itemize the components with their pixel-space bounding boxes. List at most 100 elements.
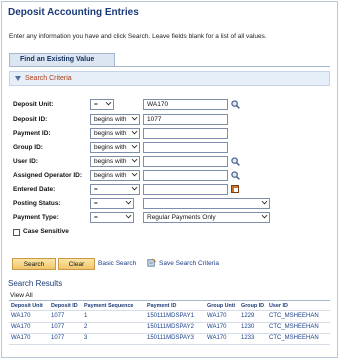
cell-group-id[interactable]: 1229: [241, 313, 254, 319]
chevron-down-icon: [105, 99, 112, 106]
column-header-deposit-id[interactable]: Deposit ID: [51, 303, 78, 309]
column-header-deposit-unit[interactable]: Deposit Unit: [11, 303, 43, 309]
chevron-down-icon: [131, 128, 138, 135]
payment-type-operator-value: =: [94, 214, 98, 221]
cell-deposit-id[interactable]: 1077: [51, 324, 64, 330]
entered-date-operator-value: =: [94, 186, 98, 193]
table-row-divider: [9, 344, 330, 345]
search-criteria-header[interactable]: Search Criteria: [9, 71, 330, 86]
assigned-operator-id-operator[interactable]: begins with: [90, 170, 140, 181]
save-search-icon[interactable]: [147, 258, 156, 267]
tab-find-existing-value[interactable]: Find an Existing Value: [9, 53, 115, 66]
posting-status-operator-value: =: [94, 200, 98, 207]
chevron-down-icon: [261, 198, 268, 205]
cell-user-id[interactable]: CTC_MSHEEHAN: [269, 313, 319, 319]
save-search-criteria-link[interactable]: Save Search Criteria: [159, 260, 219, 267]
payment-type-select[interactable]: Regular Payments Only: [143, 212, 270, 223]
cell-payment-id[interactable]: 150111MDSPAY2: [147, 324, 194, 330]
results-divider: [9, 300, 330, 301]
posting-status-label: Posting Status:: [13, 200, 61, 207]
search-results-title: Search Results: [8, 279, 63, 288]
user-id-label: User ID:: [13, 158, 38, 165]
basic-search-link[interactable]: Basic Search: [98, 260, 136, 267]
payment-id-label: Payment ID:: [13, 130, 51, 137]
cell-payment-sequence[interactable]: 1: [84, 313, 87, 319]
deposit-id-operator-value: begins with: [94, 116, 127, 123]
cell-deposit-unit[interactable]: WA170: [11, 324, 30, 330]
chevron-down-icon: [131, 170, 138, 177]
user-id-operator[interactable]: begins with: [90, 156, 140, 167]
cell-deposit-unit[interactable]: WA170: [11, 313, 30, 319]
cell-deposit-unit[interactable]: WA170: [11, 335, 30, 341]
entered-date-operator[interactable]: =: [90, 184, 140, 195]
chevron-down-icon: [261, 212, 268, 219]
chevron-down-icon: [131, 114, 138, 121]
column-header-payment-sequence[interactable]: Payment Sequence: [84, 303, 133, 309]
cell-user-id[interactable]: CTC_MSHEEHAN: [269, 324, 319, 330]
chevron-down-icon: [131, 142, 138, 149]
deposit-unit-operator[interactable]: =: [90, 99, 114, 110]
search-criteria-label: Search Criteria: [25, 75, 72, 82]
assigned-operator-id-input[interactable]: [143, 170, 228, 181]
cell-payment-id[interactable]: 150111MDSPAY1: [147, 313, 194, 319]
magnifier-icon[interactable]: [231, 100, 240, 109]
assigned-operator-id-operator-value: begins with: [94, 172, 127, 179]
case-sensitive-checkbox[interactable]: [13, 229, 20, 236]
magnifier-icon[interactable]: [231, 171, 240, 180]
assigned-operator-id-label: Assigned Operator ID:: [13, 172, 82, 179]
page-instructions: Enter any information you have and click…: [9, 33, 267, 40]
table-row-divider: [9, 333, 330, 334]
chevron-down-icon: [125, 212, 132, 219]
payment-id-operator[interactable]: begins with: [90, 128, 140, 139]
view-all-link[interactable]: View All: [10, 292, 33, 299]
table-row-divider: [9, 322, 330, 323]
posting-status-operator[interactable]: =: [90, 198, 134, 209]
deposit-unit-label: Deposit Unit:: [13, 101, 54, 108]
magnifier-icon[interactable]: [231, 157, 240, 166]
group-id-input[interactable]: [143, 142, 228, 153]
user-id-operator-value: begins with: [94, 158, 127, 165]
payment-id-input[interactable]: [143, 128, 228, 139]
cell-user-id[interactable]: CTC_MSHEEHAN: [269, 335, 319, 341]
page-title: Deposit Accounting Entries: [8, 7, 139, 18]
collapse-arrow-icon[interactable]: [15, 76, 21, 81]
group-id-label: Group ID:: [13, 144, 43, 151]
column-header-payment-id[interactable]: Payment ID: [147, 303, 176, 309]
column-header-group-id[interactable]: Group ID: [241, 303, 264, 309]
group-id-operator[interactable]: begins with: [90, 142, 140, 153]
cell-group-unit[interactable]: WA170: [207, 324, 226, 330]
deposit-id-label: Deposit ID:: [13, 116, 48, 123]
cell-group-id[interactable]: 1230: [241, 324, 254, 330]
deposit-id-input[interactable]: 1077: [143, 114, 228, 125]
payment-type-value: Regular Payments Only: [147, 214, 216, 221]
cell-deposit-id[interactable]: 1077: [51, 335, 64, 341]
payment-type-label: Payment Type:: [13, 214, 59, 221]
chevron-down-icon: [131, 156, 138, 163]
deposit-id-operator[interactable]: begins with: [90, 114, 140, 125]
tab-divider: [9, 66, 330, 67]
column-header-group-unit[interactable]: Group Unit: [207, 303, 235, 309]
payment-type-operator[interactable]: =: [90, 212, 134, 223]
chevron-down-icon: [125, 198, 132, 205]
cell-payment-sequence[interactable]: 2: [84, 324, 87, 330]
cell-group-unit[interactable]: WA170: [207, 313, 226, 319]
clear-button[interactable]: Clear: [58, 258, 95, 270]
header-divider: [9, 310, 330, 311]
payment-id-operator-value: begins with: [94, 130, 127, 137]
entered-date-input[interactable]: [143, 184, 228, 195]
user-id-input[interactable]: [143, 156, 228, 167]
cell-group-unit[interactable]: WA170: [207, 335, 226, 341]
calendar-icon[interactable]: [231, 185, 239, 193]
column-header-user-id[interactable]: User ID: [269, 303, 288, 309]
cell-payment-sequence[interactable]: 3: [84, 335, 87, 341]
cell-deposit-id[interactable]: 1077: [51, 313, 64, 319]
search-button[interactable]: Search: [12, 258, 56, 270]
cell-group-id[interactable]: 1233: [241, 335, 254, 341]
entered-date-label: Entered Date:: [13, 186, 56, 193]
posting-status-select[interactable]: [143, 198, 270, 209]
case-sensitive-label: Case Sensitive: [23, 228, 69, 235]
chevron-down-icon: [131, 184, 138, 191]
cell-payment-id[interactable]: 150111MDSPAY3: [147, 335, 194, 341]
deposit-unit-operator-value: =: [94, 101, 98, 108]
deposit-unit-input[interactable]: WA170: [143, 99, 228, 110]
